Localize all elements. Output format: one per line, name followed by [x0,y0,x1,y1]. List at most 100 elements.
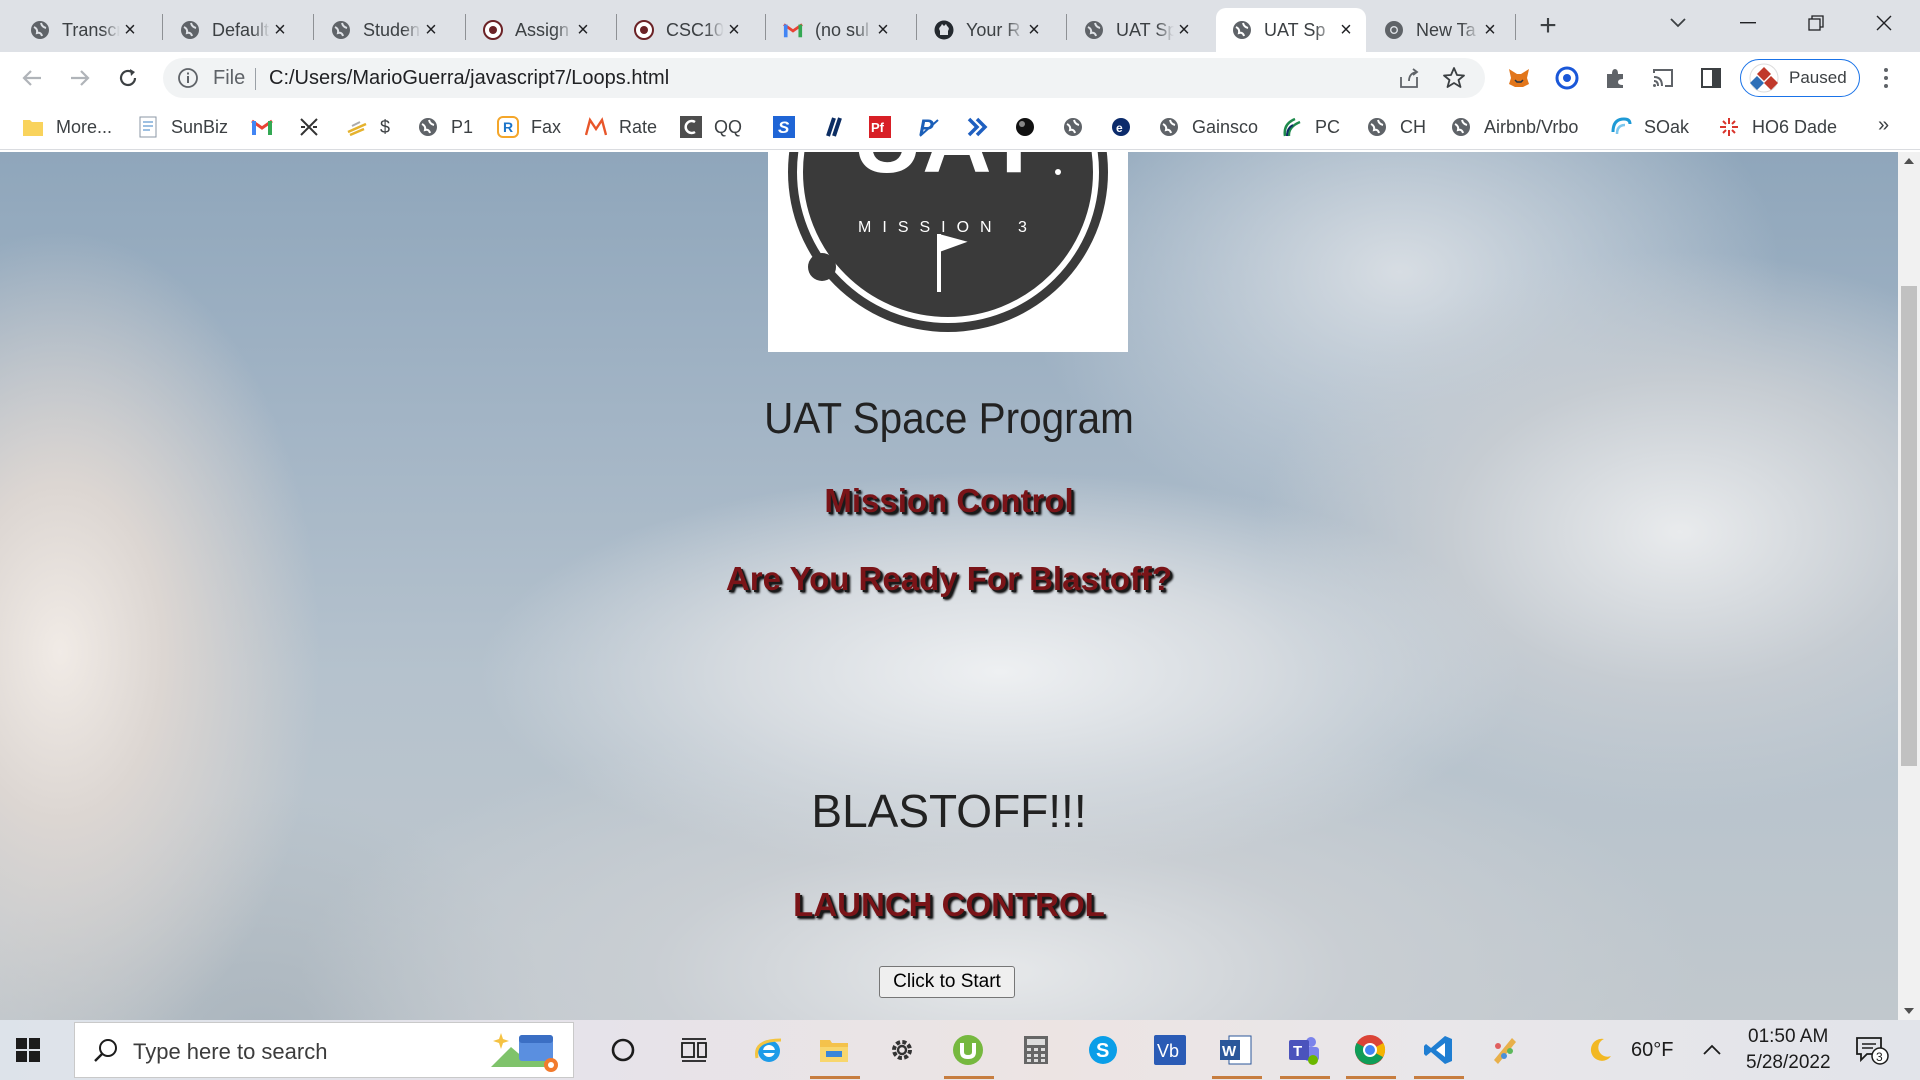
star-icon[interactable] [1442,66,1466,95]
bookmark-p1[interactable]: P1 [417,113,473,141]
bookmark-gainsco[interactable]: Gainsco [1158,113,1258,141]
bookmark-rate[interactable]: Rate [585,113,657,141]
close-icon[interactable]: × [1480,20,1500,40]
bookmarks-overflow-button[interactable]: » [1878,114,1889,137]
tab-title: Transcr [62,19,120,40]
close-icon[interactable]: × [1174,20,1194,40]
bookmark-ch[interactable]: CH [1366,113,1426,141]
close-icon[interactable]: × [421,20,441,40]
tab-assign[interactable]: Assign × [467,8,603,52]
bookmark-tools[interactable] [298,113,332,141]
back-button[interactable] [14,60,50,96]
metamask-icon[interactable] [1507,66,1531,90]
chevron-up-icon[interactable] [1694,1032,1730,1068]
moon-icon[interactable] [1582,1032,1618,1068]
bookmark-e[interactable]: e [1110,113,1144,141]
weather-temperature[interactable]: 60°F [1631,1039,1673,1062]
close-icon[interactable]: × [270,20,290,40]
cast-icon[interactable] [1651,66,1675,90]
bookmark-p[interactable]: P [918,113,952,141]
extensions-puzzle-icon[interactable] [1603,66,1627,90]
tab-default[interactable]: Default × [164,8,300,52]
tab-search-button[interactable] [1646,6,1710,40]
clock-time[interactable]: 01:50 AM [1748,1026,1828,1048]
document-icon [137,116,159,138]
bookmark-ball[interactable] [1014,113,1048,141]
utorrent-icon[interactable] [950,1032,986,1068]
minimize-button[interactable] [1716,6,1780,40]
bookmark-airbnb-vrbo[interactable]: Airbnb/Vrbo [1450,113,1578,141]
close-icon[interactable]: × [573,20,593,40]
close-window-button[interactable] [1852,6,1916,40]
internet-explorer-icon[interactable] [751,1032,787,1068]
bookmark-gmail[interactable] [251,113,285,141]
bookmark-sunbiz[interactable]: SunBiz [137,113,228,141]
menu-button[interactable] [1874,66,1898,90]
restore-button[interactable] [1784,6,1848,40]
bookmark-soak[interactable]: SOak [1610,113,1689,141]
bookmark-pf[interactable]: Pf [869,113,903,141]
close-icon[interactable]: × [1336,20,1356,40]
close-icon[interactable]: × [724,20,744,40]
browser-toolbar: File C:/Users/MarioGuerra/javascript7/Lo… [0,52,1920,104]
tab-transcr[interactable]: Transcr × [14,8,150,52]
bookmark-s[interactable]: S [773,113,807,141]
profile-button[interactable]: Paused [1740,59,1860,97]
clock-date[interactable]: 5/28/2022 [1746,1052,1831,1074]
cortana-icon[interactable] [605,1032,641,1068]
close-icon[interactable]: × [120,20,140,40]
share-icon[interactable] [1398,67,1420,94]
skype-icon[interactable]: S [1085,1032,1121,1068]
url-text[interactable]: C:/Users/MarioGuerra/javascript7/Loops.h… [269,67,669,90]
bookmark-label: Fax [531,116,562,137]
scroll-up-arrow-icon[interactable] [1904,158,1914,164]
teams-icon[interactable]: T [1286,1032,1322,1068]
forward-button[interactable] [62,60,98,96]
bookmark-label: CH [1400,116,1426,137]
bookmark-pc[interactable]: PC [1281,113,1340,141]
address-bar[interactable]: File C:/Users/MarioGuerra/javascript7/Lo… [163,58,1485,98]
task-view-icon[interactable] [676,1032,712,1068]
blue-circle-extension-icon[interactable] [1555,66,1579,90]
vscode-icon[interactable] [1420,1032,1456,1068]
notifications-icon[interactable]: 3 [1854,1032,1890,1068]
tab-csc10[interactable]: CSC10 × [618,8,754,52]
globe-icon [331,20,351,40]
chrome-icon[interactable] [1352,1032,1388,1068]
word-icon[interactable]: W [1218,1032,1254,1068]
start-button[interactable]: Click to Start [879,966,1015,998]
new-tab-button[interactable]: + [1532,11,1564,44]
bookmark-globe[interactable] [1062,113,1096,141]
calculator-icon[interactable] [1018,1032,1054,1068]
paint-icon[interactable] [1486,1032,1522,1068]
bookmark-qq[interactable]: QQ [680,113,742,141]
reload-button[interactable] [110,60,146,96]
tab-gmail[interactable]: (no sul × [767,8,903,52]
side-panel-icon[interactable] [1699,66,1723,90]
tab-uat-space-active[interactable]: UAT Sp × [1216,8,1366,52]
tab-new-tab[interactable]: New Ta × [1368,8,1510,52]
taskbar-search-box[interactable]: Type here to search [74,1022,574,1078]
scroll-thumb[interactable] [1901,286,1917,766]
bookmark-ho6-dade[interactable]: HO6 Dade [1718,113,1837,141]
tab-uat-space-1[interactable]: UAT Sp × [1068,8,1204,52]
tab-student[interactable]: Student × [315,8,451,52]
windows-start-button[interactable] [16,1038,40,1062]
settings-icon[interactable] [884,1032,920,1068]
bookmark-more[interactable]: More... [22,113,112,141]
info-icon[interactable] [177,67,199,94]
bookmark-fax[interactable]: R Fax [497,113,561,141]
bookmark-dollar[interactable]: $ [346,113,390,141]
bookmark-arrow[interactable] [966,113,1000,141]
visio-icon[interactable]: Vb [1152,1032,1188,1068]
tab-title: Student [363,19,421,40]
scroll-down-arrow-icon[interactable] [1904,1008,1914,1014]
close-icon[interactable]: × [1024,20,1044,40]
globe-icon [1232,20,1252,40]
page-scrollbar[interactable] [1898,152,1920,1020]
tab-github[interactable]: Your R × [918,8,1054,52]
file-explorer-icon[interactable] [816,1032,852,1068]
bookmark-stripes[interactable] [822,113,856,141]
tab-title: Assign [515,19,570,40]
close-icon[interactable]: × [873,20,893,40]
